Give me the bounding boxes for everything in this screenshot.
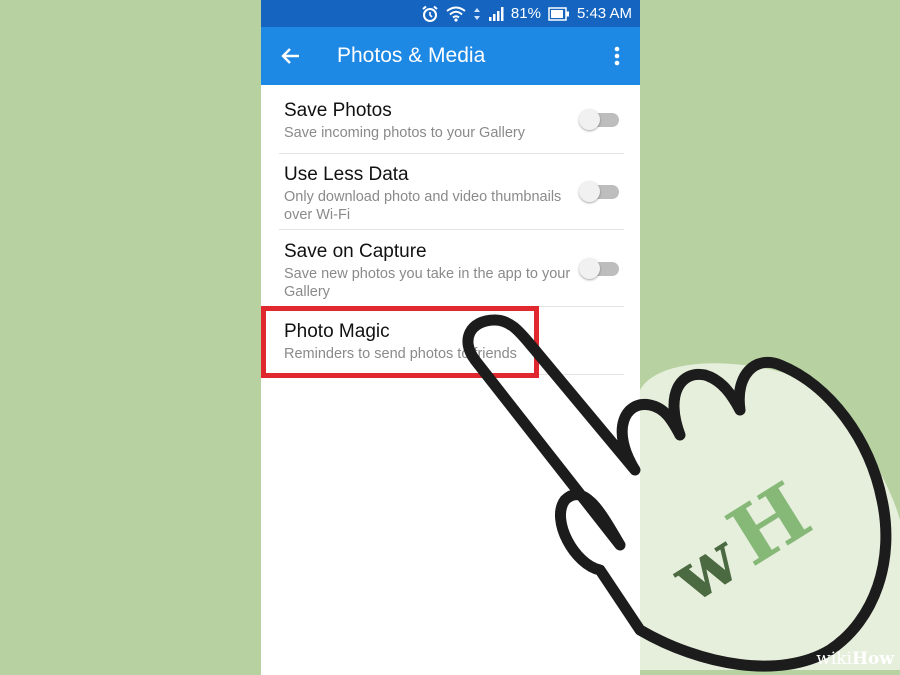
app-bar: Photos & Media <box>261 27 640 85</box>
wifi-icon <box>446 6 466 22</box>
setting-description: Only download photo and video thumbnails… <box>284 189 562 223</box>
status-icons: 81% 5:43 AM <box>421 0 632 27</box>
clock: 5:43 AM <box>576 5 632 22</box>
setting-title: Save on Capture <box>284 241 427 262</box>
setting-use-less-data[interactable]: Use Less Data Only download photo and vi… <box>261 153 640 229</box>
setting-description: Save new photos you take in the app to y… <box>284 266 571 300</box>
battery-icon <box>548 6 570 21</box>
setting-description: Save incoming photos to your Gallery <box>284 125 525 141</box>
phone-screen: 81% 5:43 AM Photos & Media Save Photos S… <box>261 0 640 675</box>
save-on-capture-toggle[interactable] <box>579 257 621 279</box>
svg-text:w: w <box>657 516 754 620</box>
alarm-icon <box>421 5 439 23</box>
use-less-data-toggle[interactable] <box>579 180 621 202</box>
setting-title: Photo Magic <box>284 321 390 342</box>
data-transfer-icon <box>473 7 481 21</box>
back-button[interactable] <box>279 44 303 68</box>
signal-icon <box>488 6 504 22</box>
setting-title: Save Photos <box>284 100 392 121</box>
setting-save-on-capture[interactable]: Save on Capture Save new photos you take… <box>261 229 640 306</box>
arrow-left-icon <box>281 48 299 64</box>
setting-title: Use Less Data <box>284 164 409 185</box>
battery-percent: 81% <box>510 5 541 22</box>
more-vertical-icon <box>614 46 620 66</box>
page-title: Photos & Media <box>337 44 486 67</box>
more-options-button[interactable] <box>610 44 624 68</box>
svg-text:H: H <box>712 464 826 584</box>
divider <box>279 374 624 375</box>
setting-description: Reminders to send photos to friends <box>284 346 517 362</box>
status-bar: 81% 5:43 AM <box>261 0 640 27</box>
watermark-logo: w H <box>657 464 826 620</box>
setting-photo-magic[interactable]: Photo Magic Reminders to send photos to … <box>261 306 640 374</box>
save-photos-toggle[interactable] <box>579 108 621 130</box>
wikihow-watermark: wikiHow <box>816 649 894 669</box>
setting-save-photos[interactable]: Save Photos Save incoming photos to your… <box>261 85 640 153</box>
